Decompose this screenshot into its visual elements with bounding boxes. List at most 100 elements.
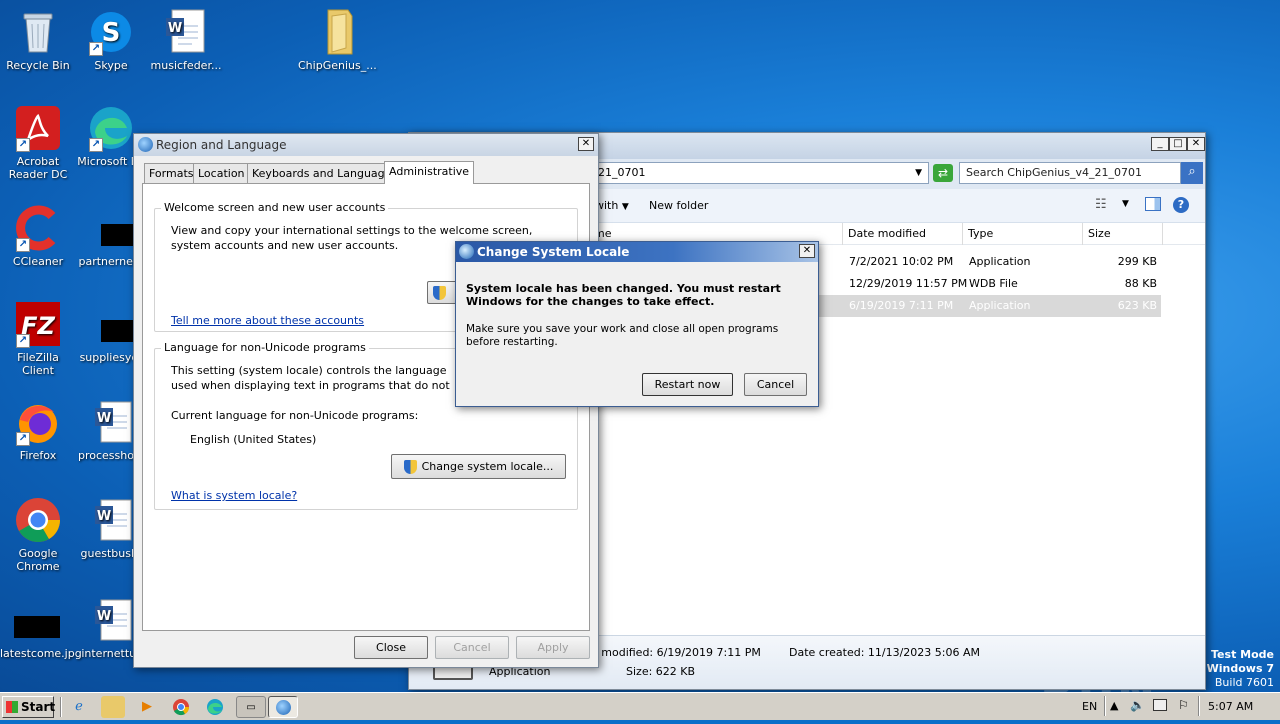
locale-close-button[interactable]: ✕ [799, 244, 815, 258]
svg-text:W: W [97, 411, 111, 426]
locale-cancel-button[interactable]: Cancel [744, 373, 807, 396]
desktop-icon-recycle-bin[interactable]: Recycle Bin [0, 8, 76, 72]
view-icon[interactable]: ☷ [1095, 197, 1107, 212]
change-locale-label: Change system locale... [421, 460, 554, 473]
tab-formats[interactable]: Formats [144, 163, 199, 183]
file-row-date: 6/19/2019 7:11 PM [849, 299, 954, 312]
clock[interactable]: 5:07 AM [1208, 700, 1253, 713]
shortcut-arrow-icon: ↗ [16, 138, 30, 152]
unicode-group-legend: Language for non-Unicode programs [161, 341, 369, 354]
shortcut-arrow-icon: ↗ [16, 238, 30, 252]
language-indicator[interactable]: EN [1082, 700, 1097, 713]
svg-text:W: W [168, 21, 182, 36]
start-button[interactable]: Start [2, 696, 55, 718]
desktop-icon-filezilla[interactable]: FZ ↗ FileZilla Client [0, 300, 76, 377]
unicode-group-text: This setting (system locale) controls th… [171, 364, 450, 392]
new-folder-button[interactable]: New folder [649, 199, 708, 212]
desktop-icon-firefox[interactable]: ↗ Firefox [0, 398, 76, 462]
current-language-label: Current language for non-Unicode program… [171, 409, 419, 422]
file-row-date: 12/29/2019 11:57 PM [849, 277, 968, 290]
chrome-icon [14, 496, 62, 544]
file-row-size: 299 KB [1117, 255, 1157, 268]
details-size: Size: 622 KB [626, 665, 696, 678]
acrobat-icon: ↗ [14, 104, 62, 152]
region-taskbar-icon[interactable] [268, 696, 298, 718]
locale-message: Make sure you save your work and close a… [466, 323, 779, 348]
chrome-taskbar-icon[interactable] [169, 696, 193, 718]
refresh-icon[interactable]: ⇄ [933, 164, 953, 182]
word-document-icon: W [87, 496, 135, 544]
address-dropdown-icon[interactable]: ▼ [915, 163, 922, 183]
tray-divider [1104, 696, 1106, 716]
media-player-icon[interactable]: ▶ [135, 696, 159, 718]
search-input[interactable]: Search ChipGenius_v4_21_0701 [959, 162, 1181, 184]
firefox-icon: ↗ [14, 398, 62, 446]
black-file-icon [87, 300, 147, 348]
change-system-locale-button[interactable]: Change system locale... [391, 454, 566, 479]
filezilla-icon: FZ ↗ [14, 300, 62, 348]
locale-dialog-title: Change System Locale [477, 245, 630, 259]
globe-icon [275, 700, 291, 715]
word-document-icon: W [162, 8, 210, 56]
show-hidden-icons-icon[interactable]: ▲ [1110, 699, 1118, 712]
svg-text:S: S [102, 18, 121, 48]
windows-logo-icon [6, 701, 18, 713]
shortcut-arrow-icon: ↗ [89, 138, 103, 152]
address-bar[interactable]: 21_0701 ▼ [591, 162, 929, 184]
ie-icon[interactable]: ℯ [67, 696, 91, 718]
action-center-icon[interactable]: ⚐ [1178, 698, 1189, 712]
edge-taskbar-icon[interactable] [203, 696, 227, 718]
region-dialog-title: Region and Language [156, 138, 287, 152]
explorer-icon[interactable] [101, 696, 125, 718]
locale-message-bold: System locale has been changed. You must… [466, 282, 781, 308]
desktop-icon-musicfeder[interactable]: W musicfeder... [148, 8, 224, 72]
folder-icon [312, 8, 360, 56]
view-dropdown-icon[interactable]: ▼ [1122, 199, 1129, 209]
keyboard-icon[interactable]: ▭ [236, 696, 266, 718]
system-locale-info-link[interactable]: What is system locale? [171, 489, 297, 502]
file-row-size: 623 KB [1117, 299, 1157, 312]
restart-now-button[interactable]: Restart now [642, 373, 733, 396]
network-icon[interactable] [1153, 699, 1167, 711]
preview-pane-icon[interactable] [1145, 197, 1161, 211]
column-type[interactable]: Type [963, 223, 1083, 245]
desktop-icon-skype[interactable]: S ↗ Skype [73, 8, 149, 72]
details-modified: e modified: 6/19/2019 7:11 PM [591, 646, 761, 659]
clock-divider [1198, 696, 1200, 716]
file-row-size: 88 KB [1124, 277, 1157, 290]
tab-administrative[interactable]: Administrative [384, 161, 475, 184]
accounts-info-link[interactable]: Tell me more about these accounts [171, 314, 364, 327]
black-file-icon [14, 596, 62, 644]
test-mode-label: Test Mode Windows 7 Build 7601 [1207, 648, 1274, 690]
desktop-icon-chipgenius[interactable]: ChipGenius_... [298, 8, 377, 72]
uac-shield-icon [403, 460, 417, 474]
minimize-button[interactable]: _ [1151, 137, 1169, 151]
desktop-icon-acrobat[interactable]: ↗ Acrobat Reader DC [0, 104, 76, 181]
tab-location[interactable]: Location [193, 163, 250, 183]
desktop-icon-chrome[interactable]: Google Chrome [0, 496, 76, 573]
test-mode-line3: Build 7601 [1214, 676, 1274, 689]
close-button[interactable]: ✕ [1187, 137, 1205, 151]
desktop-icon-ccleaner[interactable]: ↗ CCleaner [0, 204, 76, 268]
region-titlebar[interactable]: Region and Language ✕ [134, 134, 598, 156]
help-icon[interactable]: ? [1173, 197, 1189, 213]
maximize-button[interactable]: □ [1169, 137, 1187, 151]
skype-icon: S ↗ [87, 8, 135, 56]
column-size[interactable]: Size [1083, 223, 1163, 245]
locale-titlebar[interactable]: Change System Locale ✕ [456, 242, 818, 262]
shortcut-arrow-icon: ↗ [16, 334, 30, 348]
region-close-dialog-button[interactable]: Close [354, 636, 428, 659]
desktop-icon-latestcome[interactable]: latestcome.jpg [0, 596, 82, 660]
copy-settings-button[interactable] [427, 281, 457, 304]
column-date-modified[interactable]: Date modified [843, 223, 963, 245]
svg-text:W: W [97, 509, 111, 524]
volume-icon[interactable]: 🔈 [1130, 698, 1145, 712]
region-apply-button[interactable]: Apply [516, 636, 590, 659]
file-row-type: Application [969, 255, 1031, 268]
search-icon[interactable]: ⌕ [1181, 162, 1203, 184]
tab-keyboards-languages[interactable]: Keyboards and Languages [247, 163, 403, 183]
open-with-button[interactable]: with ▼ [595, 199, 629, 212]
region-close-button[interactable]: ✕ [578, 137, 594, 151]
region-cancel-button[interactable]: Cancel [435, 636, 509, 659]
open-with-dropdown-icon: ▼ [621, 202, 629, 212]
